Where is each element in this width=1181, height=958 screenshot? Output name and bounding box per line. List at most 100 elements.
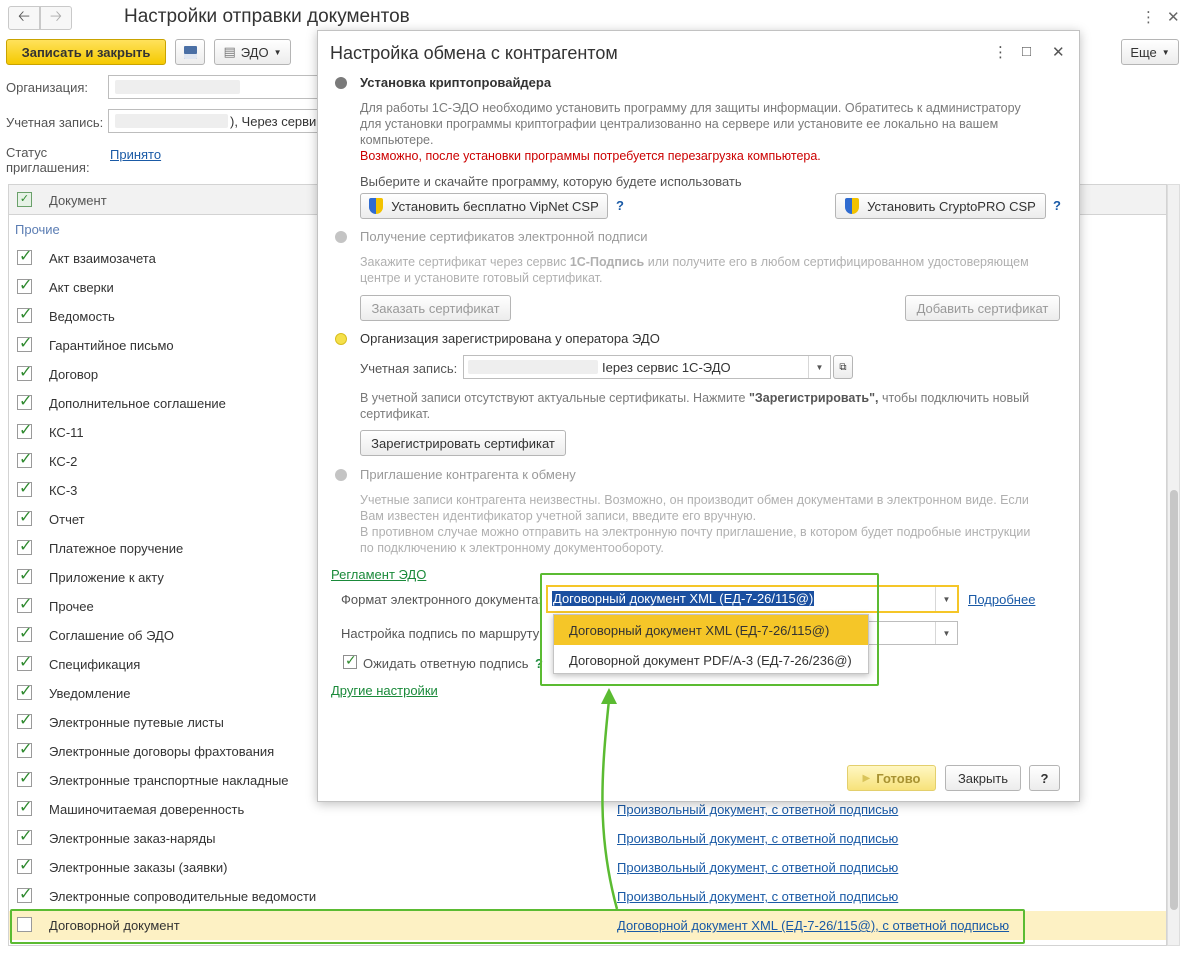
- document-name: Электронные транспортные накладные: [49, 773, 289, 788]
- row-checkbox[interactable]: [17, 275, 32, 295]
- invitation-status-label: Статус приглашения:: [6, 145, 90, 175]
- dialog-title: Настройка обмена с контрагентом: [330, 43, 618, 63]
- cryptopro-help-link[interactable]: ?: [1053, 198, 1061, 213]
- row-checkbox[interactable]: [17, 565, 32, 585]
- edo-menu-button[interactable]: ▤ ЭДО ▼: [214, 39, 291, 65]
- forward-button[interactable]: 🡢: [40, 6, 72, 30]
- row-checkbox[interactable]: [17, 855, 32, 875]
- help-button[interactable]: ?: [1029, 765, 1060, 791]
- more-vertical-icon[interactable]: ⋮: [1141, 8, 1156, 26]
- scroll-thumb[interactable]: [1170, 490, 1178, 910]
- document-format-link[interactable]: Произвольный документ, с ответной подпис…: [617, 889, 898, 904]
- open-account-button[interactable]: ⧉: [833, 355, 853, 379]
- maximize-icon[interactable]: □: [1022, 43, 1031, 60]
- row-checkbox[interactable]: [17, 449, 32, 469]
- document-name: Электронные путевые листы: [49, 715, 224, 730]
- document-name: КС-11: [49, 425, 84, 440]
- close-icon[interactable]: ✕: [1167, 8, 1180, 26]
- row-checkbox[interactable]: [17, 391, 32, 411]
- row-checkbox[interactable]: [17, 652, 32, 672]
- close-icon[interactable]: ✕: [1052, 43, 1065, 61]
- row-checkbox[interactable]: [17, 246, 32, 266]
- highlight-box-row: [10, 909, 1025, 944]
- page-title: Настройки отправки документов: [124, 6, 410, 27]
- add-certificate-button[interactable]: Добавить сертификат: [905, 295, 1060, 321]
- table-row[interactable]: Электронные заказы (заявки) Произвольный …: [9, 853, 1166, 882]
- close-button[interactable]: Закрыть: [945, 765, 1021, 791]
- install-cryptopro-button[interactable]: Установить CryptoPRO CSP: [835, 193, 1046, 219]
- document-name: Ведомость: [49, 309, 115, 324]
- document-name: Прочее: [49, 599, 94, 614]
- row-checkbox[interactable]: [17, 594, 32, 614]
- other-settings-link[interactable]: Другие настройки: [331, 683, 438, 698]
- document-name: Уведомление: [49, 686, 131, 701]
- step-status-icon: [335, 231, 347, 243]
- row-checkbox[interactable]: [17, 710, 32, 730]
- row-checkbox[interactable]: [17, 884, 32, 904]
- table-row[interactable]: Электронные заказ-наряды Произвольный док…: [9, 824, 1166, 853]
- install-vipnet-button[interactable]: Установить бесплатно VipNet CSP: [360, 193, 608, 219]
- column-document-header[interactable]: Документ: [49, 193, 107, 208]
- document-format-link[interactable]: Произвольный документ, с ответной подпис…: [617, 802, 898, 817]
- row-checkbox[interactable]: [17, 362, 32, 382]
- row-checkbox[interactable]: [17, 797, 32, 817]
- row-checkbox[interactable]: [17, 478, 32, 498]
- document-name: Электронные сопроводительные ведомости: [49, 889, 317, 904]
- row-checkbox[interactable]: [17, 739, 32, 759]
- arrow-right-icon: 🡢: [49, 7, 63, 25]
- row-checkbox[interactable]: [17, 623, 32, 643]
- step1-title: Установка криптопровайдера: [360, 75, 552, 90]
- save-button[interactable]: [175, 39, 205, 65]
- wait-signature-checkbox[interactable]: ✓: [343, 652, 357, 669]
- save-close-button[interactable]: Записать и закрыть: [6, 39, 166, 65]
- document-name: Приложение к акту: [49, 570, 164, 585]
- table-scrollbar[interactable]: [1167, 184, 1180, 946]
- organization-field[interactable]: [108, 75, 318, 99]
- step3-account-field[interactable]: Iерез сервис 1С-ЭДО ▼: [463, 355, 831, 379]
- shield-icon: [369, 198, 384, 214]
- chevron-down-icon[interactable]: ▼: [935, 587, 957, 611]
- row-checkbox[interactable]: [17, 826, 32, 846]
- more-button[interactable]: Еще ▼: [1121, 39, 1179, 65]
- account-field[interactable]: ), Через серви: [108, 109, 318, 133]
- chevron-down-icon: ▼: [1161, 47, 1170, 57]
- document-name: Соглашение об ЭДО: [49, 628, 174, 643]
- checkmark-icon: ✓: [345, 652, 357, 668]
- table-row[interactable]: Электронные сопроводительные ведомости Пр…: [9, 882, 1166, 911]
- document-name: Отчет: [49, 512, 85, 527]
- row-checkbox[interactable]: [17, 536, 32, 556]
- more-vertical-icon[interactable]: ⋮: [993, 43, 1008, 61]
- document-format-link[interactable]: Произвольный документ, с ответной подпис…: [617, 860, 898, 875]
- document-name: Электронные заказ-наряды: [49, 831, 216, 846]
- row-checkbox[interactable]: [17, 507, 32, 527]
- register-certificate-button[interactable]: Зарегистрировать сертификат: [360, 430, 566, 456]
- invitation-status-link[interactable]: Принято: [110, 147, 161, 162]
- row-checkbox[interactable]: [17, 304, 32, 324]
- step-status-icon: [335, 469, 347, 481]
- select-all-icon[interactable]: ✓: [17, 192, 32, 207]
- step4-description: Учетные записи контрагента неизвестны. В…: [360, 493, 1031, 555]
- step3-account-label: Учетная запись:: [360, 361, 458, 376]
- vipnet-help-link[interactable]: ?: [616, 198, 624, 213]
- reglament-link[interactable]: Регламент ЭДО: [331, 567, 426, 582]
- row-checkbox[interactable]: [17, 420, 32, 440]
- row-checkbox[interactable]: [17, 681, 32, 701]
- route-signature-label: Настройка подпись по маршруту: [341, 626, 540, 641]
- format-label: Формат электронного документа:: [341, 592, 543, 607]
- document-name: Договор: [49, 367, 99, 382]
- document-name: Электронные заказы (заявки): [49, 860, 228, 875]
- more-info-link[interactable]: Подробнее: [968, 592, 1035, 607]
- chevron-down-icon[interactable]: ▼: [935, 622, 957, 644]
- arrow-left-icon: 🡠: [17, 7, 31, 25]
- annotation-arrow: [601, 688, 619, 910]
- chevron-down-icon[interactable]: ▼: [808, 356, 830, 378]
- document-format-link[interactable]: Произвольный документ, с ответной подпис…: [617, 831, 898, 846]
- back-button[interactable]: 🡠: [8, 6, 40, 30]
- row-checkbox[interactable]: [17, 333, 32, 353]
- organization-label: Организация:: [6, 80, 89, 95]
- step4-title: Приглашение контрагента к обмену: [360, 467, 576, 482]
- row-checkbox[interactable]: [17, 768, 32, 788]
- order-certificate-button[interactable]: Заказать сертификат: [360, 295, 511, 321]
- done-button[interactable]: ▶ Готово: [847, 765, 936, 791]
- floppy-icon: [183, 45, 197, 59]
